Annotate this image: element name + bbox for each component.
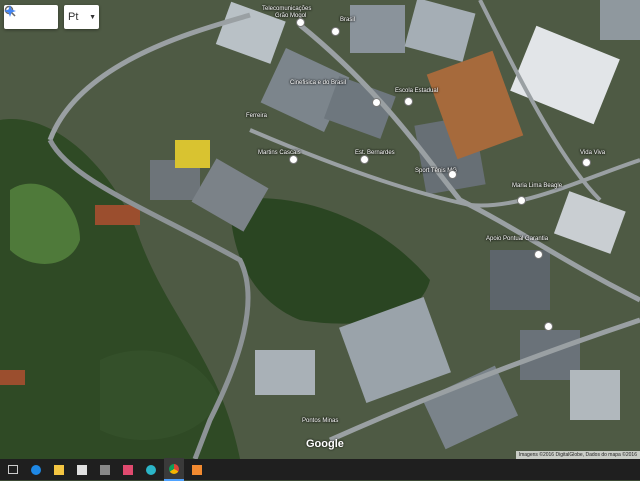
compass-icon: [4, 5, 16, 17]
place-pin-icon[interactable]: [360, 155, 369, 164]
place-pin-icon[interactable]: [534, 250, 543, 259]
language-select[interactable]: Pt ▼: [64, 5, 99, 29]
label-vida[interactable]: Vida Viva: [580, 150, 605, 156]
location-button[interactable]: [4, 5, 56, 28]
app-icon[interactable]: [141, 459, 161, 480]
label-maria[interactable]: Maria Lima Beagle: [512, 183, 562, 189]
edge-icon[interactable]: [26, 459, 46, 480]
place-pin-icon[interactable]: [289, 155, 298, 164]
language-label: Pt: [68, 11, 79, 23]
label-apoio[interactable]: Apoio Pontual Garantia: [486, 236, 548, 242]
map-attribution[interactable]: Imagens ©2016 DigitalGlobe, Dados do map…: [515, 451, 640, 459]
chevron-down-icon: ▼: [89, 13, 96, 21]
map-controls: [4, 5, 58, 29]
place-pin-icon[interactable]: [296, 18, 305, 27]
paint-icon[interactable]: [187, 459, 207, 480]
place-pin-icon[interactable]: [582, 158, 591, 167]
google-logo: Google: [306, 438, 344, 450]
label-pontos[interactable]: Pontos Minas: [302, 418, 338, 424]
chrome-icon[interactable]: [164, 458, 184, 481]
task-view-icon[interactable]: [3, 459, 23, 480]
place-pin-icon[interactable]: [372, 98, 381, 107]
photos-icon[interactable]: [95, 459, 115, 480]
taskbar: [0, 458, 640, 481]
place-pin-icon[interactable]: [517, 196, 526, 205]
store-icon[interactable]: [72, 459, 92, 480]
satellite-imagery: [0, 0, 640, 459]
label-telecom[interactable]: Telecomunicações: [262, 6, 311, 12]
file-explorer-icon[interactable]: [49, 459, 69, 480]
place-pin-icon[interactable]: [404, 97, 413, 106]
satellite-map[interactable]: Pt ▼ Telecomunicações Grão Mogol Brasil …: [0, 0, 640, 459]
label-cine[interactable]: Cinefisica e do Brasil: [290, 80, 346, 86]
place-pin-icon[interactable]: [544, 322, 553, 331]
media-icon[interactable]: [118, 459, 138, 480]
label-escola[interactable]: Escola Estadual: [395, 88, 438, 94]
label-ferreira[interactable]: Ferreira: [246, 113, 267, 119]
place-pin-icon[interactable]: [448, 170, 457, 179]
label-brasil[interactable]: Brasil: [340, 17, 355, 23]
place-pin-icon[interactable]: [331, 27, 340, 36]
